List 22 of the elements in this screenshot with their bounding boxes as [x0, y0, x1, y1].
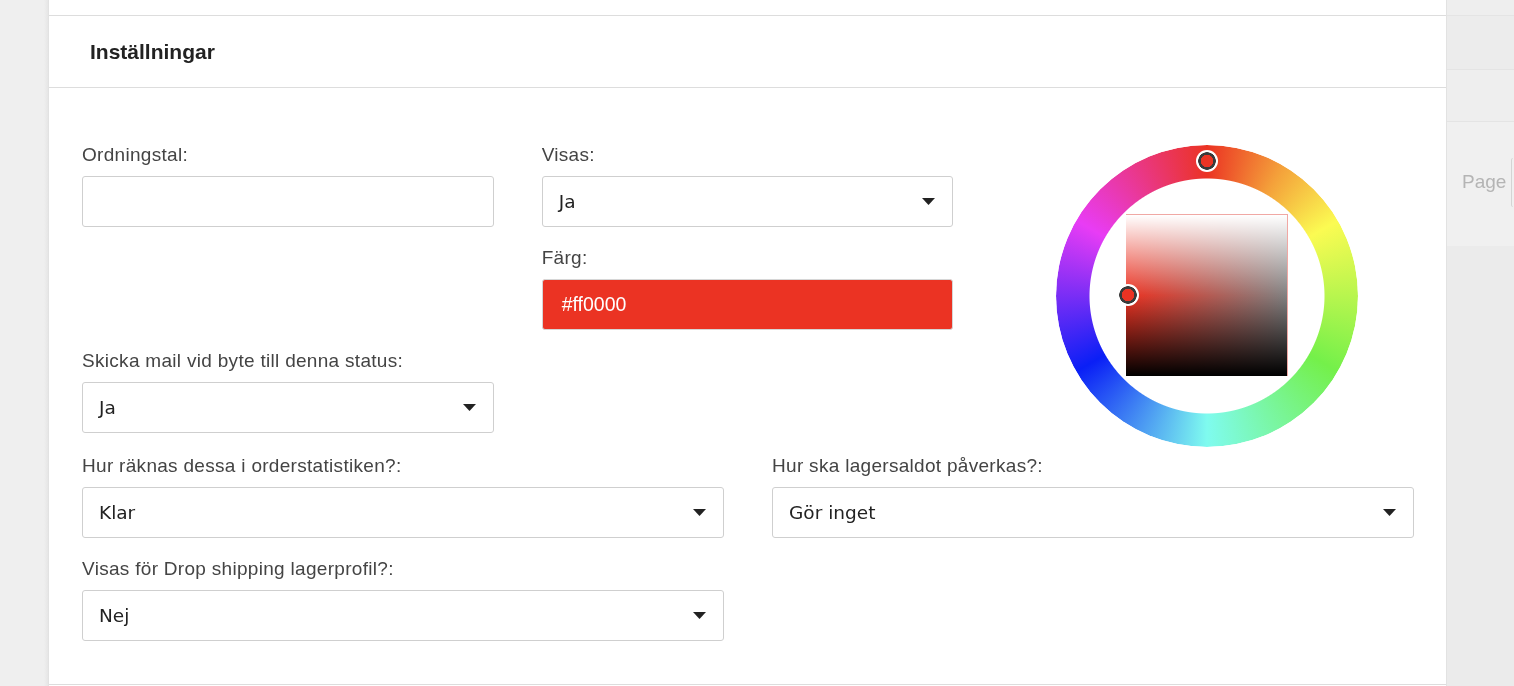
field-label: Hur räknas dessa i orderstatistiken?: [82, 456, 402, 476]
dropdown[interactable]: Ja [82, 382, 494, 433]
dropdown[interactable]: Klar [82, 487, 724, 538]
caret-icon [922, 198, 936, 205]
field-label: Skicka mail vid byte till denna status: [82, 351, 404, 371]
caret-icon [462, 404, 476, 411]
dropdown[interactable]: Gör inget [772, 487, 1414, 538]
field-label: Visas: [541, 145, 595, 165]
caret-icon [693, 509, 706, 516]
field-label: Ordningstal: [82, 145, 189, 165]
saturation-lightness-square[interactable] [1126, 214, 1289, 376]
field-label: Färg: [541, 248, 588, 268]
panel-title: Inställningar [90, 39, 215, 64]
dropdown[interactable]: Ja [541, 176, 954, 227]
color-field[interactable]: #ff0000 [541, 279, 954, 330]
dropdown[interactable]: Nej [82, 590, 724, 641]
input-field[interactable] [82, 176, 494, 227]
field-label: Visas för Drop shipping lagerprofil?: [82, 559, 394, 579]
caret-icon [693, 612, 706, 619]
caret-icon [1383, 509, 1396, 516]
field-label: Hur ska lagersaldot påverkas?: [772, 456, 1043, 476]
pager-label: Page [1462, 171, 1507, 193]
